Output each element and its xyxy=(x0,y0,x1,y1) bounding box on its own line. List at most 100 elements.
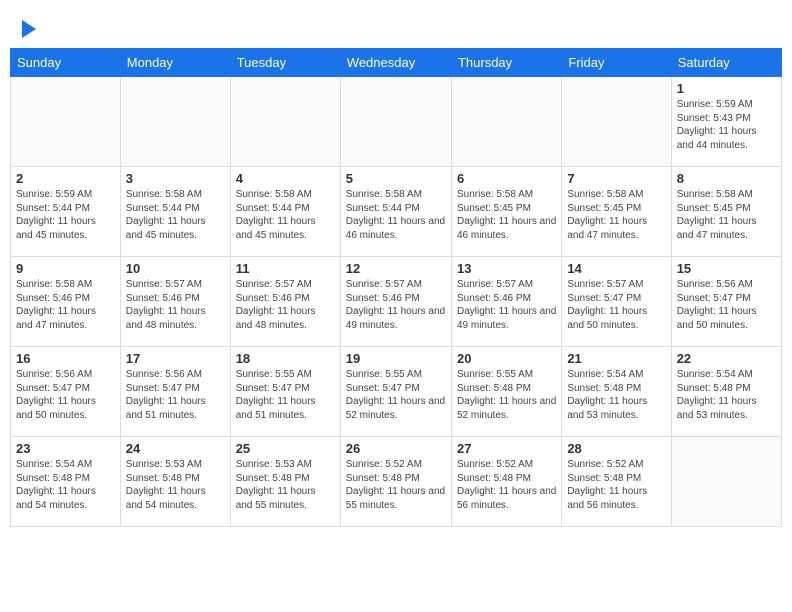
day-number: 11 xyxy=(236,261,335,276)
calendar-cell: 12 Sunrise: 5:57 AM Sunset: 5:46 PM Dayli… xyxy=(340,257,451,347)
calendar-cell: 21 Sunrise: 5:54 AM Sunset: 5:48 PM Dayli… xyxy=(562,347,671,437)
calendar-week-row: 16 Sunrise: 5:56 AM Sunset: 5:47 PM Dayli… xyxy=(11,347,782,437)
calendar-cell: 20 Sunrise: 5:55 AM Sunset: 5:48 PM Dayli… xyxy=(451,347,561,437)
day-info: Sunrise: 5:56 AM Sunset: 5:47 PM Dayligh… xyxy=(126,368,225,422)
day-number: 19 xyxy=(346,351,446,366)
day-info: Sunrise: 5:56 AM Sunset: 5:47 PM Dayligh… xyxy=(16,368,115,422)
day-info: Sunrise: 5:52 AM Sunset: 5:48 PM Dayligh… xyxy=(567,458,665,512)
day-info: Sunrise: 5:55 AM Sunset: 5:48 PM Dayligh… xyxy=(457,368,556,422)
calendar-cell: 3 Sunrise: 5:58 AM Sunset: 5:44 PM Daylig… xyxy=(120,167,230,257)
calendar-cell: 10 Sunrise: 5:57 AM Sunset: 5:46 PM Dayli… xyxy=(120,257,230,347)
calendar-cell: 11 Sunrise: 5:57 AM Sunset: 5:46 PM Dayli… xyxy=(230,257,340,347)
day-number: 10 xyxy=(126,261,225,276)
day-of-week-header: Sunday xyxy=(11,49,121,77)
day-info: Sunrise: 5:53 AM Sunset: 5:48 PM Dayligh… xyxy=(126,458,225,512)
day-info: Sunrise: 5:54 AM Sunset: 5:48 PM Dayligh… xyxy=(567,368,665,422)
calendar-week-row: 9 Sunrise: 5:58 AM Sunset: 5:46 PM Daylig… xyxy=(11,257,782,347)
page-header xyxy=(10,10,782,43)
calendar-cell: 27 Sunrise: 5:52 AM Sunset: 5:48 PM Dayli… xyxy=(451,437,561,527)
calendar-cell: 2 Sunrise: 5:59 AM Sunset: 5:44 PM Daylig… xyxy=(11,167,121,257)
calendar-cell: 13 Sunrise: 5:57 AM Sunset: 5:46 PM Dayli… xyxy=(451,257,561,347)
logo xyxy=(20,20,36,38)
calendar-cell: 6 Sunrise: 5:58 AM Sunset: 5:45 PM Daylig… xyxy=(451,167,561,257)
calendar-cell: 4 Sunrise: 5:58 AM Sunset: 5:44 PM Daylig… xyxy=(230,167,340,257)
day-info: Sunrise: 5:55 AM Sunset: 5:47 PM Dayligh… xyxy=(236,368,335,422)
day-number: 28 xyxy=(567,441,665,456)
calendar-cell: 23 Sunrise: 5:54 AM Sunset: 5:48 PM Dayli… xyxy=(11,437,121,527)
day-number: 2 xyxy=(16,171,115,186)
day-info: Sunrise: 5:56 AM Sunset: 5:47 PM Dayligh… xyxy=(677,278,776,332)
calendar-cell: 24 Sunrise: 5:53 AM Sunset: 5:48 PM Dayli… xyxy=(120,437,230,527)
calendar-cell xyxy=(451,77,561,167)
day-info: Sunrise: 5:54 AM Sunset: 5:48 PM Dayligh… xyxy=(16,458,115,512)
day-number: 17 xyxy=(126,351,225,366)
calendar-cell xyxy=(340,77,451,167)
day-number: 26 xyxy=(346,441,446,456)
day-info: Sunrise: 5:55 AM Sunset: 5:47 PM Dayligh… xyxy=(346,368,446,422)
day-info: Sunrise: 5:59 AM Sunset: 5:43 PM Dayligh… xyxy=(677,98,776,152)
day-number: 9 xyxy=(16,261,115,276)
calendar-cell: 1 Sunrise: 5:59 AM Sunset: 5:43 PM Daylig… xyxy=(671,77,781,167)
day-info: Sunrise: 5:57 AM Sunset: 5:46 PM Dayligh… xyxy=(457,278,556,332)
day-number: 6 xyxy=(457,171,556,186)
calendar-cell: 22 Sunrise: 5:54 AM Sunset: 5:48 PM Dayli… xyxy=(671,347,781,437)
calendar-cell: 15 Sunrise: 5:56 AM Sunset: 5:47 PM Dayli… xyxy=(671,257,781,347)
day-number: 24 xyxy=(126,441,225,456)
day-info: Sunrise: 5:57 AM Sunset: 5:46 PM Dayligh… xyxy=(126,278,225,332)
calendar-cell xyxy=(230,77,340,167)
calendar-cell: 17 Sunrise: 5:56 AM Sunset: 5:47 PM Dayli… xyxy=(120,347,230,437)
day-info: Sunrise: 5:58 AM Sunset: 5:44 PM Dayligh… xyxy=(126,188,225,242)
day-number: 20 xyxy=(457,351,556,366)
day-info: Sunrise: 5:58 AM Sunset: 5:46 PM Dayligh… xyxy=(16,278,115,332)
day-number: 12 xyxy=(346,261,446,276)
calendar-table: SundayMondayTuesdayWednesdayThursdayFrid… xyxy=(10,48,782,527)
calendar-cell: 7Sunrise: 5:58 AM Sunset: 5:45 PM Daylig… xyxy=(562,167,671,257)
day-info: Sunrise: 5:53 AM Sunset: 5:48 PM Dayligh… xyxy=(236,458,335,512)
day-number: 8 xyxy=(677,171,776,186)
day-number: 18 xyxy=(236,351,335,366)
calendar-cell: 25 Sunrise: 5:53 AM Sunset: 5:48 PM Dayli… xyxy=(230,437,340,527)
day-number: 4 xyxy=(236,171,335,186)
day-number: 3 xyxy=(126,171,225,186)
day-number: 27 xyxy=(457,441,556,456)
calendar-week-row: 23 Sunrise: 5:54 AM Sunset: 5:48 PM Dayli… xyxy=(11,437,782,527)
day-info: Sunrise: 5:57 AM Sunset: 5:46 PM Dayligh… xyxy=(346,278,446,332)
calendar-cell: 8 Sunrise: 5:58 AM Sunset: 5:45 PM Daylig… xyxy=(671,167,781,257)
day-of-week-header: Wednesday xyxy=(340,49,451,77)
day-number: 22 xyxy=(677,351,776,366)
calendar-cell: 28 Sunrise: 5:52 AM Sunset: 5:48 PM Dayli… xyxy=(562,437,671,527)
day-number: 14 xyxy=(567,261,665,276)
calendar-cell: 9 Sunrise: 5:58 AM Sunset: 5:46 PM Daylig… xyxy=(11,257,121,347)
day-info: Sunrise: 5:59 AM Sunset: 5:44 PM Dayligh… xyxy=(16,188,115,242)
calendar-cell xyxy=(11,77,121,167)
calendar-cell xyxy=(671,437,781,527)
day-number: 16 xyxy=(16,351,115,366)
calendar-cell: 16 Sunrise: 5:56 AM Sunset: 5:47 PM Dayli… xyxy=(11,347,121,437)
calendar-cell: 5Sunrise: 5:58 AM Sunset: 5:44 PM Daylig… xyxy=(340,167,451,257)
day-number: 13 xyxy=(457,261,556,276)
day-number: 25 xyxy=(236,441,335,456)
day-info: Sunrise: 5:58 AM Sunset: 5:44 PM Dayligh… xyxy=(236,188,335,242)
day-number: 7 xyxy=(567,171,665,186)
calendar-cell: 18 Sunrise: 5:55 AM Sunset: 5:47 PM Dayli… xyxy=(230,347,340,437)
day-info: Sunrise: 5:58 AM Sunset: 5:45 PM Dayligh… xyxy=(457,188,556,242)
calendar-cell: 26Sunrise: 5:52 AM Sunset: 5:48 PM Dayli… xyxy=(340,437,451,527)
calendar-cell xyxy=(120,77,230,167)
day-of-week-header: Friday xyxy=(562,49,671,77)
calendar-cell: 19 Sunrise: 5:55 AM Sunset: 5:47 PM Dayli… xyxy=(340,347,451,437)
calendar-week-row: 2 Sunrise: 5:59 AM Sunset: 5:44 PM Daylig… xyxy=(11,167,782,257)
day-info: Sunrise: 5:54 AM Sunset: 5:48 PM Dayligh… xyxy=(677,368,776,422)
day-number: 1 xyxy=(677,81,776,96)
calendar-cell: 14 Sunrise: 5:57 AM Sunset: 5:47 PM Dayli… xyxy=(562,257,671,347)
day-info: Sunrise: 5:57 AM Sunset: 5:46 PM Dayligh… xyxy=(236,278,335,332)
calendar-cell xyxy=(562,77,671,167)
day-info: Sunrise: 5:58 AM Sunset: 5:45 PM Dayligh… xyxy=(677,188,776,242)
day-number: 15 xyxy=(677,261,776,276)
day-info: Sunrise: 5:52 AM Sunset: 5:48 PM Dayligh… xyxy=(457,458,556,512)
day-number: 23 xyxy=(16,441,115,456)
day-number: 21 xyxy=(567,351,665,366)
logo-arrow-icon xyxy=(22,20,36,38)
day-of-week-header: Thursday xyxy=(451,49,561,77)
day-info: Sunrise: 5:57 AM Sunset: 5:47 PM Dayligh… xyxy=(567,278,665,332)
day-of-week-header: Saturday xyxy=(671,49,781,77)
